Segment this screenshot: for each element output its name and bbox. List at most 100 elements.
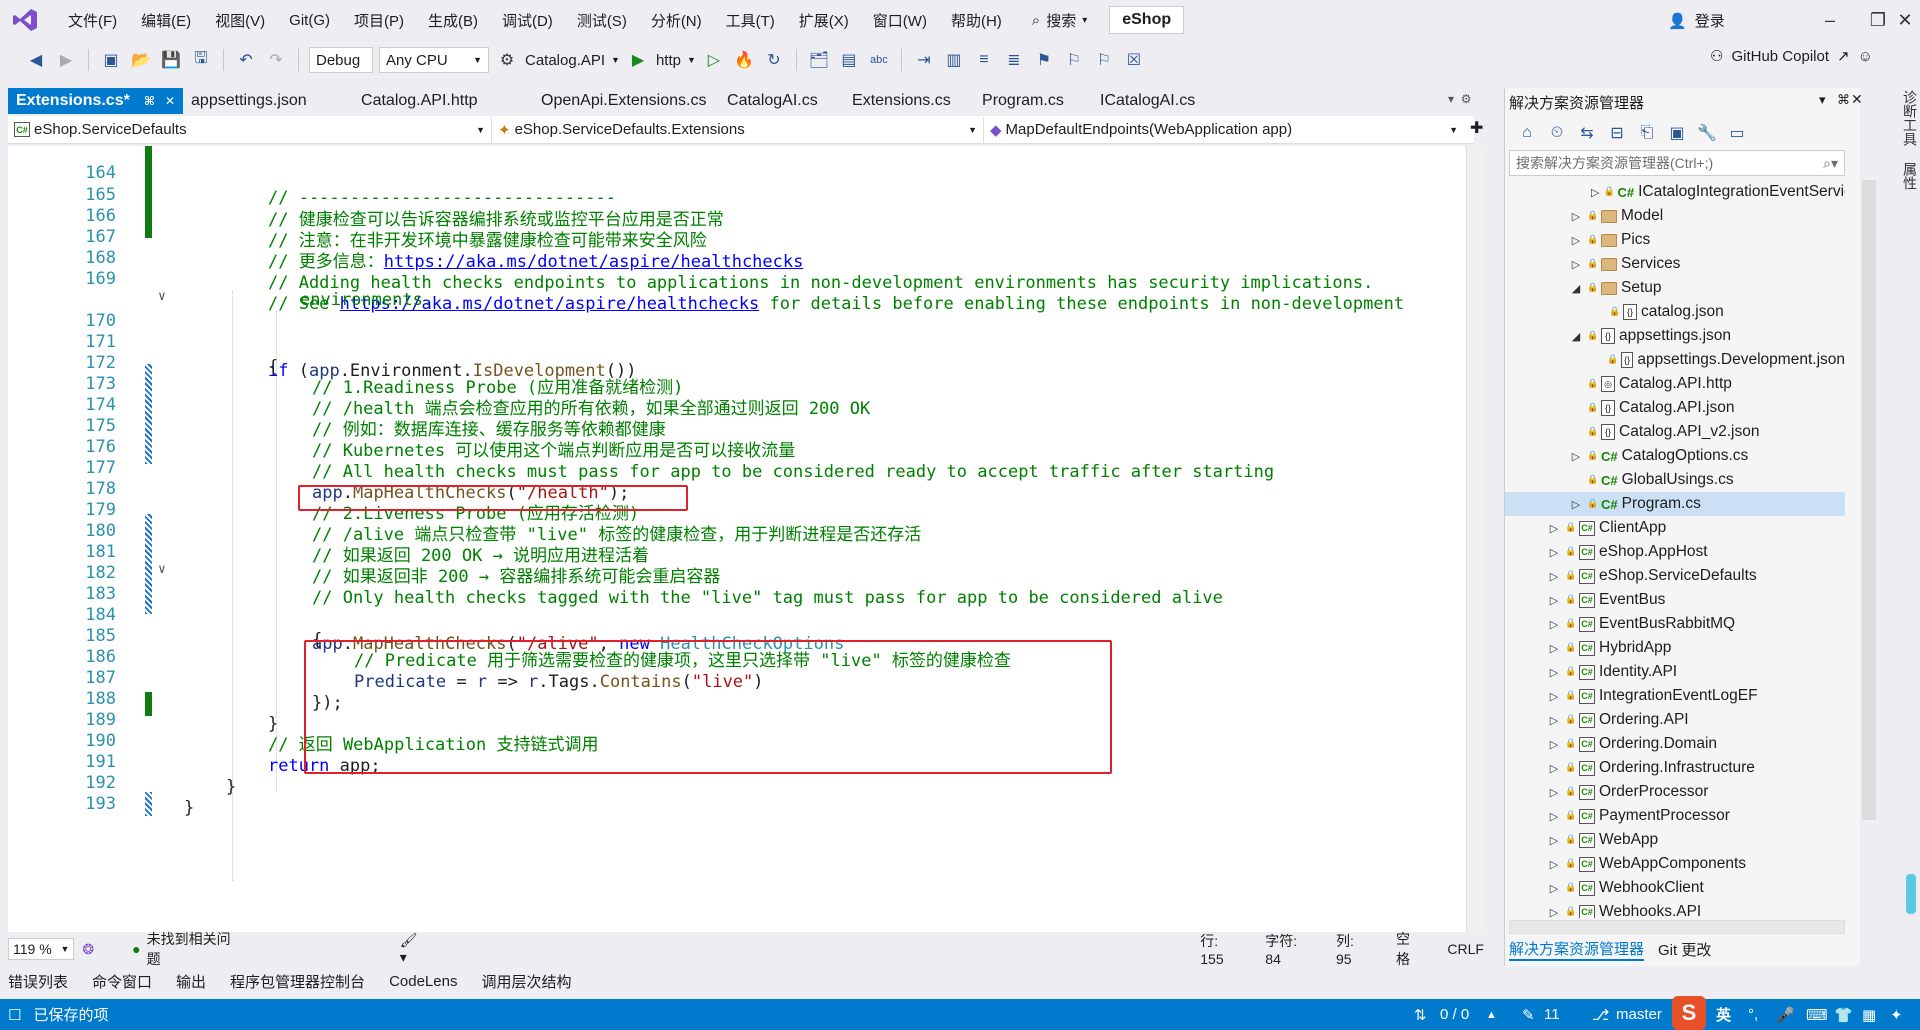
fold-icon[interactable]: ∨ xyxy=(158,284,172,304)
tab-output[interactable]: 输出 xyxy=(176,971,206,992)
spellcheck-icon[interactable]: abc xyxy=(867,48,891,72)
undo-icon[interactable]: ↶ xyxy=(234,48,258,72)
tree-item[interactable]: ▷ 🔒 C# WebAppComponents xyxy=(1505,852,1845,876)
chevron-down-icon[interactable]: ▼ xyxy=(687,55,696,65)
expanded-arrow-icon[interactable]: ◢ xyxy=(1569,330,1583,343)
tree-horizontal-scrollbar[interactable] xyxy=(1509,920,1845,934)
collapsed-arrow-icon[interactable]: ▷ xyxy=(1547,570,1561,583)
collapsed-arrow-icon[interactable]: ▷ xyxy=(1547,522,1561,535)
tree-item[interactable]: 🔒{} Catalog.API.json xyxy=(1505,396,1845,420)
collapsed-arrow-icon[interactable]: ▷ xyxy=(1547,642,1561,655)
startup-project-select[interactable]: Catalog.API xyxy=(525,52,605,69)
menu-test[interactable]: 测试(S) xyxy=(565,10,639,31)
save-icon[interactable]: 💾 xyxy=(159,48,183,72)
menu-file[interactable]: 文件(F) xyxy=(56,10,129,31)
collapsed-arrow-icon[interactable]: ▷ xyxy=(1547,666,1561,679)
menu-window[interactable]: 窗口(W) xyxy=(861,10,939,31)
collapsed-arrow-icon[interactable]: ▷ xyxy=(1547,762,1561,775)
step-icon[interactable]: ⇥ xyxy=(912,48,936,72)
global-search-button[interactable]: ⌕ 搜索 ▾ xyxy=(1032,10,1087,31)
tree-item[interactable]: ◢ 🔒 Setup xyxy=(1505,276,1845,300)
browse-icon[interactable]: 🗂 xyxy=(807,48,831,72)
tree-item[interactable]: ▷ 🔒 C# EventBus xyxy=(1505,588,1845,612)
tab-call-hierarchy[interactable]: 调用层次结构 xyxy=(481,971,571,992)
tab-openapi-extensions-cs[interactable]: OpenApi.Extensions.cs xyxy=(533,88,719,114)
ime-mode[interactable]: 英 xyxy=(1716,1004,1731,1025)
start-debug-icon[interactable]: ▶ xyxy=(626,48,650,72)
menu-edit[interactable]: 编辑(E) xyxy=(129,10,203,31)
tree-item[interactable]: ▷ 🔒 C# Webhooks.API xyxy=(1505,900,1845,918)
back-icon[interactable]: ◀ xyxy=(24,48,48,72)
tab-command-window[interactable]: 命令窗口 xyxy=(92,971,152,992)
tree-item[interactable]: ▷ 🔒 C# PaymentProcessor xyxy=(1505,804,1845,828)
tab-error-list[interactable]: 错误列表 xyxy=(8,971,68,992)
window-icon[interactable]: ▥ xyxy=(942,48,966,72)
settings-icon[interactable]: ✦ xyxy=(1890,1006,1903,1024)
tree-item[interactable]: ▷ 🔒 C# Ordering.API xyxy=(1505,708,1845,732)
tab-catalogai-cs[interactable]: CatalogAI.cs xyxy=(719,88,844,114)
tab-git-changes[interactable]: Git 更改 xyxy=(1658,939,1711,960)
tree-item[interactable]: 🔒 C# GlobalUsings.cs xyxy=(1505,468,1845,492)
collapsed-arrow-icon[interactable]: ▷ xyxy=(1547,714,1561,727)
layout-icon[interactable]: ▤ xyxy=(837,48,861,72)
tree-item[interactable]: ▷ 🔒 C# IntegrationEventLogEF xyxy=(1505,684,1845,708)
collapsed-arrow-icon[interactable]: ▷ xyxy=(1547,786,1561,799)
collapsed-arrow-icon[interactable]: ▷ xyxy=(1569,210,1583,223)
split-icon[interactable]: ✚ xyxy=(1470,118,1483,138)
git-branch[interactable]: master xyxy=(1616,1006,1662,1023)
hot-reload-icon[interactable]: 🔥 xyxy=(732,48,756,72)
tree-item[interactable]: ▷ 🔒 Services xyxy=(1505,252,1845,276)
keyboard-icon[interactable]: ⌨ xyxy=(1806,1006,1828,1024)
tree-item[interactable]: ▷ 🔒 C# eShop.ServiceDefaults xyxy=(1505,564,1845,588)
collapsed-arrow-icon[interactable]: ▷ xyxy=(1569,258,1583,271)
editor-vertical-scrollbar[interactable] xyxy=(1466,146,1484,932)
outdent-icon[interactable]: ≣ xyxy=(1002,48,1026,72)
tree-item[interactable]: ▷ 🔒 C# Identity.API xyxy=(1505,660,1845,684)
git-sync-status[interactable]: 0 / 0 xyxy=(1440,1006,1469,1023)
collapsed-arrow-icon[interactable]: ▷ xyxy=(1547,858,1561,871)
solution-search-input[interactable]: 搜索解决方案资源管理器(Ctrl+;) ⌕▾ xyxy=(1509,150,1845,176)
intellicode-icon[interactable]: ❂ xyxy=(82,941,94,958)
toolbox-icon[interactable]: ▦ xyxy=(1862,1006,1876,1024)
menu-tools[interactable]: 工具(T) xyxy=(714,10,787,31)
collapsed-arrow-icon[interactable]: ▷ xyxy=(1569,234,1583,247)
start-without-debug-icon[interactable]: ▷ xyxy=(702,48,726,72)
forward-icon[interactable]: ▶ xyxy=(54,48,78,72)
cursor-line[interactable]: 行: 155 xyxy=(1200,931,1241,967)
collapsed-arrow-icon[interactable]: ▷ xyxy=(1569,498,1583,511)
expanded-arrow-icon[interactable]: ◢ xyxy=(1569,282,1583,295)
clear-bookmark-icon[interactable]: ☒ xyxy=(1122,48,1146,72)
open-file-icon[interactable]: 📂 xyxy=(129,48,153,72)
tree-item[interactable]: ▷ 🔒 C# ClientApp xyxy=(1505,516,1845,540)
tree-item[interactable]: ▷ 🔒 C# CatalogOptions.cs xyxy=(1505,444,1845,468)
collapsed-arrow-icon[interactable]: ▷ xyxy=(1547,882,1561,895)
whitespace-mode[interactable]: 空格 xyxy=(1396,929,1421,969)
menu-build[interactable]: 生成(B) xyxy=(416,10,490,31)
chevron-down-icon[interactable]: ▼ xyxy=(611,55,620,65)
collapsed-arrow-icon[interactable]: ▷ xyxy=(1547,906,1561,919)
menu-help[interactable]: 帮助(H) xyxy=(939,10,1014,31)
cursor-char[interactable]: 字符: 84 xyxy=(1265,931,1312,967)
properties-tab[interactable]: 属性 xyxy=(1902,162,1918,190)
tree-item[interactable]: 🔒{} Catalog.API_v2.json xyxy=(1505,420,1845,444)
tree-item[interactable]: ▷ 🔒 C# eShop.AppHost xyxy=(1505,540,1845,564)
tree-item[interactable]: ◢ 🔒{} appsettings.json xyxy=(1505,324,1845,348)
collapsed-arrow-icon[interactable]: ▷ xyxy=(1547,546,1561,559)
tab-appsettings-json[interactable]: appsettings.json xyxy=(183,88,353,114)
sync-with-active-icon[interactable]: ⇆ xyxy=(1575,121,1599,145)
menu-project[interactable]: 项目(P) xyxy=(342,10,416,31)
save-all-icon[interactable]: 🖫 xyxy=(189,48,213,72)
bookmark-icon[interactable]: ⚑ xyxy=(1032,48,1056,72)
tree-item[interactable]: 🔒{} appsettings.Development.json xyxy=(1505,348,1845,372)
cursor-col[interactable]: 列: 95 xyxy=(1336,931,1370,967)
tree-item[interactable]: ▷ 🔒 C# WebApp xyxy=(1505,828,1845,852)
configuration-select[interactable]: Debug xyxy=(309,47,373,73)
indent-icon[interactable]: ≡ xyxy=(972,48,996,72)
panel-options-icon[interactable]: ▾ xyxy=(1819,92,1826,108)
close-icon[interactable]: ✕ xyxy=(1851,91,1863,108)
member-select[interactable]: ◆ MapDefaultEndpoints(WebApplication app… xyxy=(984,117,1464,143)
code-editor[interactable]: 164 // ------------------------------- 1… xyxy=(8,146,1466,932)
tree-item[interactable]: ▷ 🔒 C# Program.cs xyxy=(1505,492,1845,516)
tree-vertical-scrollbar[interactable] xyxy=(1862,180,1876,820)
login-button[interactable]: 👤 登录 xyxy=(1668,10,1725,31)
